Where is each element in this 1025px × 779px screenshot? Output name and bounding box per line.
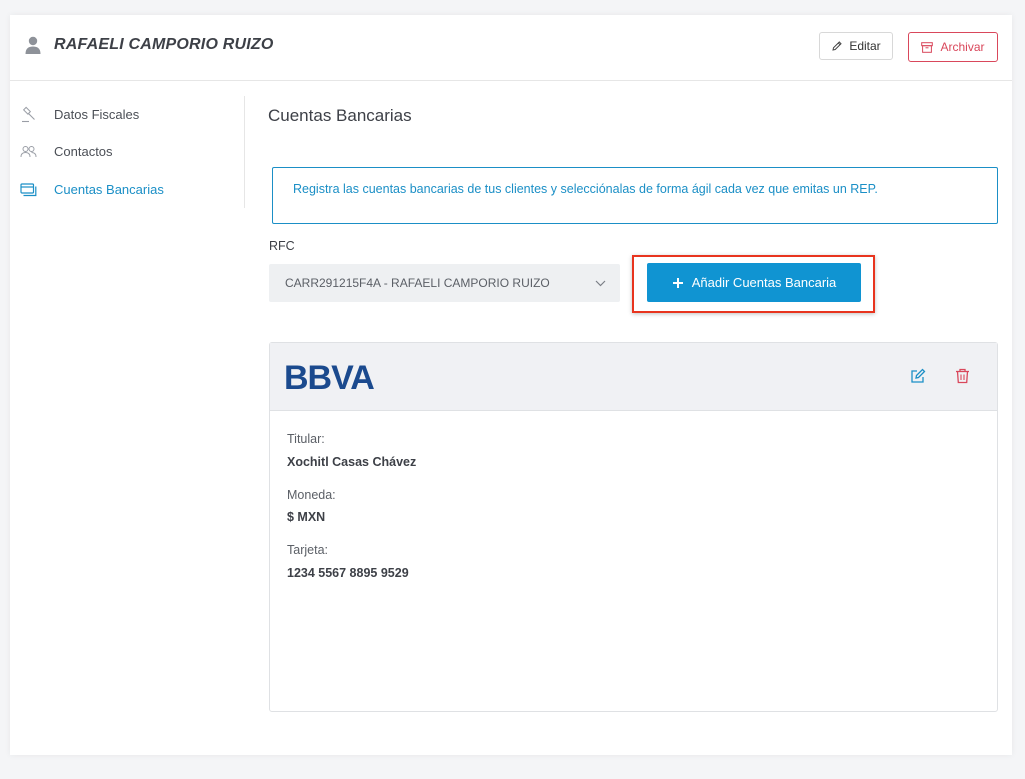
section-title: Cuentas Bancarias xyxy=(268,106,412,125)
bank-name: BBVA xyxy=(284,359,374,393)
add-bank-account-label: Añadir Cuentas Bancaria xyxy=(691,275,837,290)
edit-account-icon[interactable] xyxy=(910,368,926,384)
add-bank-account-button[interactable]: Añadir Cuentas Bancaria xyxy=(647,263,861,302)
moneda-label: Moneda: xyxy=(287,488,336,502)
edit-button-label: Editar xyxy=(849,39,881,53)
archive-button-label: Archivar xyxy=(940,40,985,54)
sidebar-item-cuentas-bancarias[interactable]: Cuentas Bancarias xyxy=(20,178,164,200)
sidebar-item-datos-fiscales[interactable]: Datos Fiscales xyxy=(20,103,139,125)
users-icon xyxy=(20,145,37,157)
bank-account-card-header: BBVA xyxy=(270,343,997,411)
sidebar-item-label: Cuentas Bancarias xyxy=(54,181,164,197)
chevron-down-icon xyxy=(595,280,606,286)
archive-icon xyxy=(921,41,934,53)
trash-icon[interactable] xyxy=(955,368,970,384)
plus-icon xyxy=(672,277,683,288)
bbva-logo: BBVA xyxy=(284,359,375,393)
edit-button[interactable]: Editar xyxy=(819,32,893,60)
rfc-select-value: CARR291215F4A - RAFAELI CAMPORIO RUIZO xyxy=(285,276,550,290)
bank-account-card: BBVA Titular: Xochitl Casas Chávez Moned… xyxy=(269,342,998,712)
sidebar-nav: Datos Fiscales Contactos Cuentas Bancari… xyxy=(10,96,245,208)
sidebar-item-label: Contactos xyxy=(54,143,113,159)
info-banner-text: Registra las cuentas bancarias de tus cl… xyxy=(293,182,878,196)
titular-label: Titular: xyxy=(287,432,325,446)
client-header: RAFAELI CAMPORIO RUIZO Editar Archivar xyxy=(10,15,1012,81)
info-banner: Registra las cuentas bancarias de tus cl… xyxy=(272,167,998,224)
moneda-value: $ MXN xyxy=(287,510,326,524)
cards-icon xyxy=(20,182,37,196)
sidebar-item-label: Datos Fiscales xyxy=(54,106,140,122)
rfc-select[interactable]: CARR291215F4A - RAFAELI CAMPORIO RUIZO xyxy=(269,264,620,302)
sidebar-item-contactos[interactable]: Contactos xyxy=(20,140,113,162)
gavel-icon xyxy=(22,106,35,122)
titular-value: Xochitl Casas Chávez xyxy=(287,455,417,469)
user-icon xyxy=(25,36,41,54)
rfc-label: RFC xyxy=(269,239,295,253)
pencil-icon xyxy=(832,41,843,51)
tarjeta-label: Tarjeta: xyxy=(287,543,328,557)
client-name: RAFAELI CAMPORIO RUIZO xyxy=(54,36,274,53)
client-detail-card: RAFAELI CAMPORIO RUIZO Editar Archivar D… xyxy=(10,15,1012,755)
tarjeta-value: 1234 5567 8895 9529 xyxy=(287,566,409,580)
archive-button[interactable]: Archivar xyxy=(908,32,998,62)
